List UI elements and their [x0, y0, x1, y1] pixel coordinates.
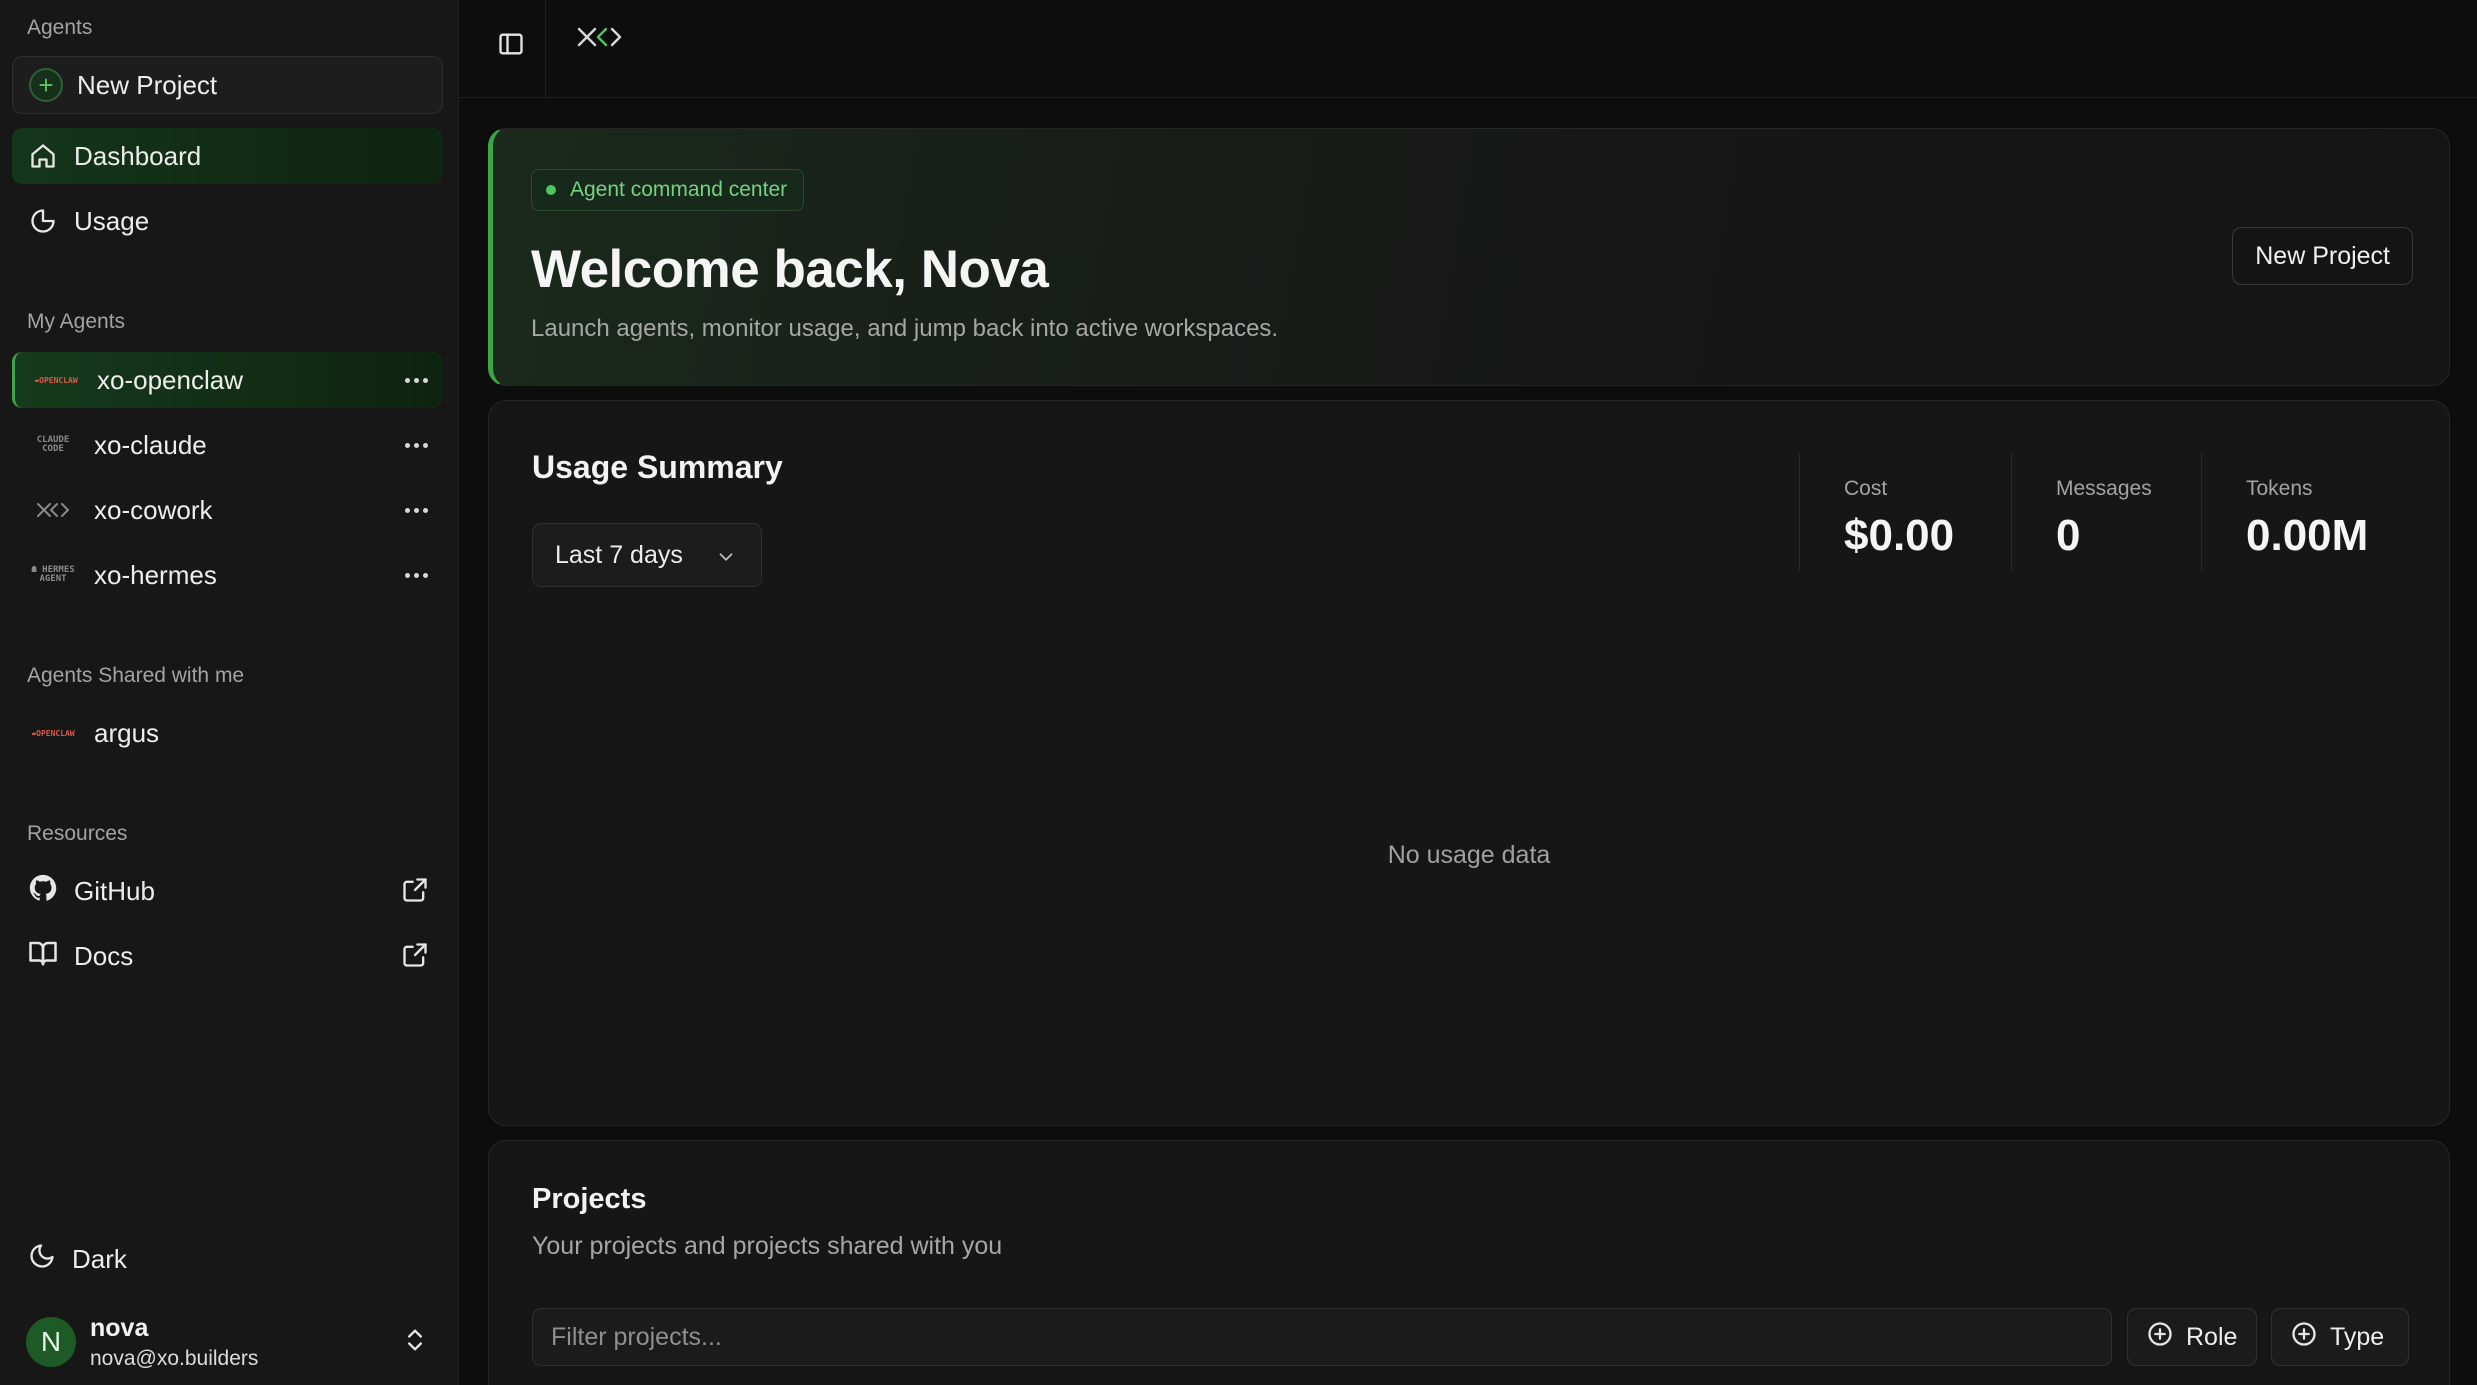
claude-code-logo-icon: CLAUDE CODE	[36, 435, 70, 454]
my-agents-group-label: My Agents	[27, 310, 126, 333]
page-subtitle: Launch agents, monitor usage, and jump b…	[531, 315, 1279, 342]
date-range-select[interactable]: Last 7 days	[532, 523, 762, 587]
resource-link-github[interactable]: GitHub	[12, 863, 443, 919]
status-badge: Agent command center	[531, 169, 805, 211]
user-email: nova@xo.builders	[90, 1346, 259, 1370]
user-name: nova	[90, 1313, 149, 1342]
sidebar-item-label: Dashboard	[74, 140, 202, 171]
projects-card: Projects Your projects and projects shar…	[488, 1140, 2450, 1385]
usage-title: Usage Summary	[532, 449, 783, 485]
agent-label: argus	[94, 717, 160, 748]
pie-chart-icon	[28, 206, 58, 236]
projects-subtitle: Your projects and projects shared with y…	[532, 1232, 1003, 1260]
usage-stats: Cost $0.00 Messages 0 Tokens 0.00M	[1799, 453, 2421, 571]
user-info: nova nova@xo.builders	[90, 1314, 258, 1371]
panel-left-icon	[499, 33, 523, 55]
resource-label: GitHub	[74, 875, 155, 906]
stat-tokens: Tokens 0.00M	[2201, 453, 2421, 571]
stat-label: Tokens	[2246, 477, 2313, 500]
more-options-icon[interactable]	[401, 496, 431, 524]
page-title: Welcome back, Nova	[531, 240, 1049, 299]
xo-logo-icon[interactable]	[575, 22, 625, 57]
theme-label: Dark	[72, 1243, 127, 1274]
sidebar-item-dashboard[interactable]: Dashboard	[12, 128, 443, 184]
plus-circle-icon	[2290, 1320, 2318, 1355]
usage-summary-card: Usage Summary Last 7 days Cost $0.00 Mes…	[488, 400, 2450, 1126]
resource-label: Docs	[74, 940, 134, 971]
sidebar-toggle-button[interactable]	[489, 24, 533, 64]
chevron-down-icon	[715, 546, 737, 575]
stat-value: 0.00M	[2246, 511, 2369, 560]
agent-item-xo-cowork[interactable]: xo-cowork	[12, 482, 443, 538]
agent-item-argus[interactable]: ▰OPENCLAW argus	[12, 705, 443, 761]
more-options-icon[interactable]	[401, 561, 431, 589]
agent-label: xo-openclaw	[97, 364, 243, 395]
stat-value: 0	[2056, 511, 2081, 560]
stat-label: Cost	[1844, 477, 1888, 500]
plus-circle-icon	[2146, 1320, 2174, 1355]
home-icon	[28, 141, 58, 171]
more-options-icon[interactable]	[401, 366, 431, 394]
xo-logo-icon	[28, 499, 78, 521]
user-menu[interactable]: N nova nova@xo.builders	[12, 1306, 443, 1378]
sidebar: Agents + New Project Dashboard Usage My …	[0, 0, 459, 1385]
external-link-icon	[401, 941, 429, 976]
empty-state-message: No usage data	[1387, 841, 1551, 869]
type-filter-button[interactable]: Type	[2271, 1308, 2409, 1366]
role-filter-button[interactable]: Role	[2127, 1308, 2257, 1366]
projects-title: Projects	[532, 1183, 647, 1215]
shared-agents-group-label: Agents Shared with me	[27, 664, 245, 687]
theme-toggle[interactable]: Dark	[12, 1231, 443, 1287]
hermes-agent-logo-icon: ☗ HERMES AGENT	[31, 565, 75, 584]
welcome-card: Agent command center Welcome back, Nova …	[488, 128, 2450, 386]
agent-item-xo-openclaw[interactable]: ▰OPENCLAW xo-openclaw	[12, 352, 443, 408]
new-project-button[interactable]: New Project	[2232, 227, 2413, 285]
agents-group-label: Agents	[27, 16, 93, 39]
openclaw-logo-icon: ▰OPENCLAW	[34, 375, 78, 385]
stat-messages: Messages 0	[2011, 453, 2201, 571]
type-filter-label: Type	[2330, 1322, 2385, 1351]
stat-label: Messages	[2056, 477, 2152, 500]
avatar: N	[26, 1317, 76, 1367]
status-dot-icon	[546, 185, 556, 195]
more-options-icon[interactable]	[401, 431, 431, 459]
agent-label: xo-hermes	[94, 559, 217, 590]
topbar-divider	[545, 0, 546, 98]
sidebar-item-label: Usage	[74, 205, 150, 236]
book-icon	[28, 938, 58, 975]
github-icon	[28, 873, 58, 910]
openclaw-logo-icon: ▰OPENCLAW	[31, 728, 75, 738]
badge-label: Agent command center	[570, 178, 788, 201]
agent-label: xo-claude	[94, 429, 207, 460]
date-range-value: Last 7 days	[555, 540, 683, 569]
agent-item-xo-hermes[interactable]: ☗ HERMES AGENT xo-hermes	[12, 547, 443, 603]
resource-link-docs[interactable]: Docs	[12, 928, 443, 984]
agent-item-xo-claude[interactable]: CLAUDE CODE xo-claude	[12, 417, 443, 473]
external-link-icon	[401, 876, 429, 911]
app-root: Agents + New Project Dashboard Usage My …	[0, 0, 2477, 1385]
plus-icon: +	[29, 68, 63, 102]
top-bar	[459, 0, 2477, 98]
stat-cost: Cost $0.00	[1799, 453, 2011, 571]
sidebar-item-usage[interactable]: Usage	[12, 193, 443, 249]
sidebar-new-project-label: New Project	[77, 69, 218, 100]
stat-value: $0.00	[1844, 511, 1955, 560]
resources-group-label: Resources	[27, 822, 128, 845]
filter-projects-input[interactable]	[532, 1308, 2112, 1366]
agent-label: xo-cowork	[94, 494, 213, 525]
chevrons-up-down-icon	[401, 1326, 429, 1359]
moon-icon	[28, 1242, 56, 1277]
sidebar-new-project-button[interactable]: + New Project	[12, 56, 443, 114]
role-filter-label: Role	[2186, 1322, 2238, 1351]
